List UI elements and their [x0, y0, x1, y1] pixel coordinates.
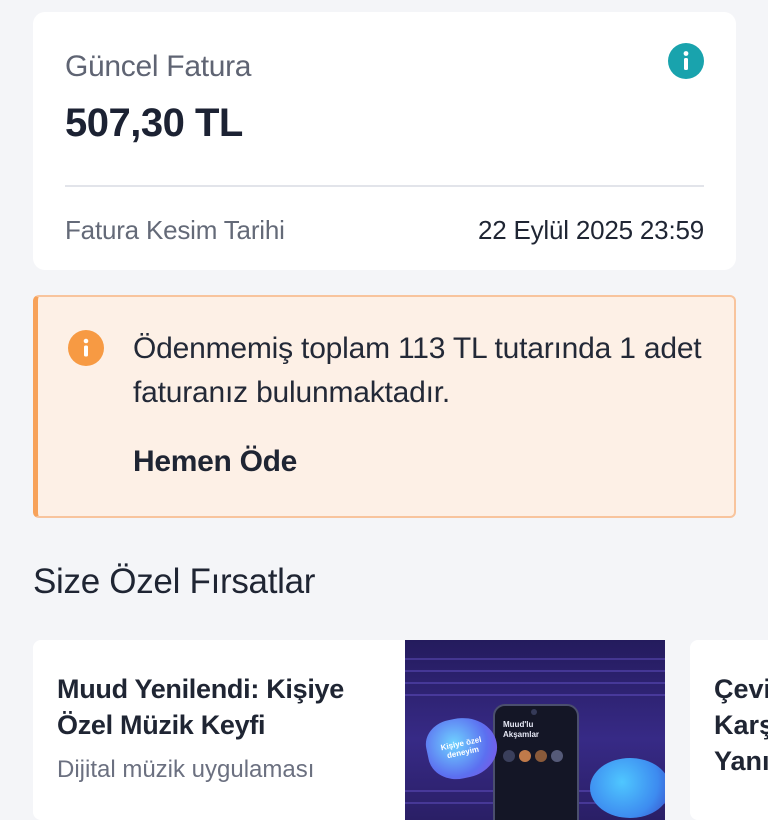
alert-message: Ödenmemiş toplam 113 TL tutarında 1 adet… — [133, 332, 702, 409]
info-icon — [668, 43, 704, 79]
phone-avatars — [503, 750, 563, 762]
due-date-label: Fatura Kesim Tarihi — [65, 215, 285, 245]
alert-info-icon — [68, 330, 104, 366]
offer-card-next[interactable]: Çevi Karş Yanı — [690, 640, 768, 820]
avatar — [535, 750, 547, 762]
offer-description: Dijital müzik uygulaması — [57, 756, 315, 783]
bill-info-button[interactable] — [668, 43, 704, 79]
offer-title: Çevi Karş Yanı — [714, 674, 768, 776]
image-blob — [590, 758, 665, 818]
avatar — [503, 750, 515, 762]
offer-title: Muud Yenilendi: Kişiye Özel Müzik Keyfi — [57, 674, 344, 740]
offer-image: Muud'lu Akşamlar Kişiye özel deneyim — [405, 640, 665, 820]
bill-divider — [65, 185, 704, 187]
special-offers-title: Size Özel Fırsatlar — [33, 562, 316, 601]
image-stripe — [405, 658, 665, 660]
avatar — [519, 750, 531, 762]
phone-notch — [531, 709, 537, 715]
avatar — [551, 750, 563, 762]
offer-card-muud[interactable]: Muud Yenilendi: Kişiye Özel Müzik Keyfi … — [33, 640, 665, 820]
current-bill-card: Güncel Fatura 507,30 TL Fatura Kesim Tar… — [33, 12, 736, 270]
bill-title: Güncel Fatura — [65, 50, 252, 83]
image-stripe — [405, 694, 665, 696]
image-blob: Kişiye özel deneyim — [421, 711, 503, 785]
image-stripe — [405, 670, 665, 672]
image-stripe — [405, 682, 665, 684]
bill-amount: 507,30 TL — [65, 101, 243, 145]
phone-mockup: Muud'lu Akşamlar — [493, 704, 579, 820]
unpaid-bill-alert: Ödenmemiş toplam 113 TL tutarında 1 adet… — [33, 295, 736, 518]
due-date-value: 22 Eylül 2025 23:59 — [477, 215, 704, 245]
phone-screen-text: Muud'lu Akşamlar — [503, 720, 540, 739]
pay-now-button[interactable]: Hemen Öde — [133, 445, 297, 479]
blob-label: Kişiye özel deneyim — [439, 734, 483, 761]
